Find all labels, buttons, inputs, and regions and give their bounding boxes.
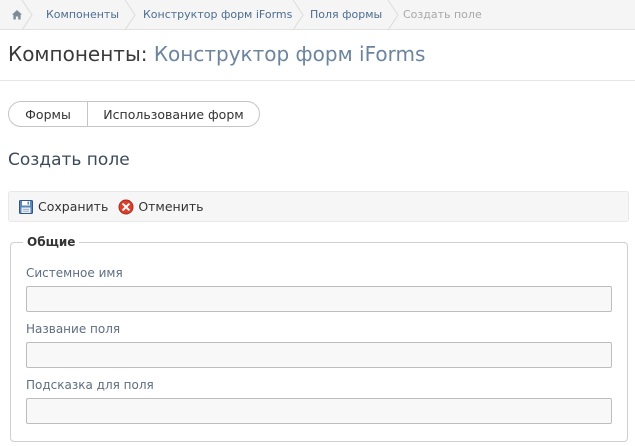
system-name-label: Системное имя [26,266,123,280]
cancel-button[interactable]: Отменить [118,199,204,215]
tab-form-usage[interactable]: Использование форм [88,102,259,126]
breadcrumb-item-current: Создать поле [398,0,498,30]
save-button[interactable]: Сохранить [18,199,108,215]
breadcrumb-label: Поля формы [310,8,383,21]
page-title-prefix: Компоненты: [8,42,148,66]
breadcrumb-item-iforms[interactable]: Конструктор форм iForms [135,0,304,30]
cancel-icon [118,199,134,214]
page-title-accent: Конструктор форм iForms [153,42,426,66]
breadcrumb: Компоненты Конструктор форм iForms Поля … [0,0,635,30]
breadcrumb-home[interactable] [0,0,33,30]
tab-forms[interactable]: Формы [9,102,88,126]
section-title: Создать поле [8,150,130,170]
field-hint-label: Подсказка для поля [26,378,154,392]
fieldset-legend: Общие [23,235,80,249]
save-button-label: Сохранить [38,199,109,214]
floppy-disk-icon [19,199,33,214]
breadcrumb-label: Конструктор форм iForms [143,8,293,21]
field-title-label: Название поля [26,322,121,336]
field-title-input[interactable] [26,342,612,368]
breadcrumb-label: Компоненты [46,8,120,21]
breadcrumb-label: Создать поле [403,8,482,21]
cancel-button-label: Отменить [138,199,204,214]
field-hint-input[interactable] [26,398,612,424]
breadcrumb-item-form-fields[interactable]: Поля формы [303,0,399,30]
system-name-input[interactable] [26,286,612,312]
general-fieldset: Общие Системное имя Название поля Подска… [10,235,628,442]
breadcrumb-item-components[interactable]: Компоненты [32,0,136,30]
title-divider [0,80,635,81]
toolbar: Сохранить Отменить [8,191,629,222]
page-title: Компоненты: Конструктор форм iForms [8,42,425,66]
tab-bar: Формы Использование форм [8,101,260,127]
